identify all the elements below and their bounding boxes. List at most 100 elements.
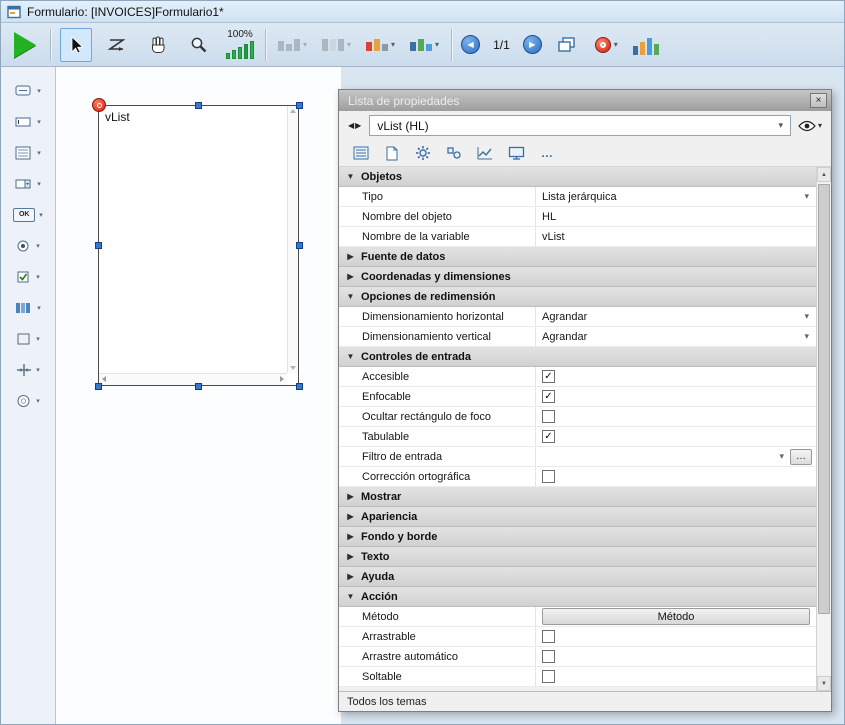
chevron-down-icon: ▾ <box>36 397 40 405</box>
theme-display-icon[interactable] <box>506 144 526 162</box>
object-vertical-scrollbar[interactable] <box>287 106 298 373</box>
checkbox[interactable] <box>542 650 555 663</box>
property-value[interactable]: Agrandar ▾ <box>536 307 816 326</box>
method-button[interactable]: Método <box>542 608 810 625</box>
selection-handle-bottom[interactable] <box>195 383 202 390</box>
form-pages-button[interactable] <box>551 28 583 62</box>
tool-splitter[interactable]: ▾ <box>1 354 55 385</box>
selection-handle-bottom-right[interactable] <box>296 383 303 390</box>
property-value: ✓ <box>536 387 816 406</box>
object-horizontal-scrollbar[interactable] <box>99 373 287 385</box>
tool-rectangle[interactable]: ▾ <box>1 323 55 354</box>
chevron-down-icon: ▼ <box>346 172 355 181</box>
previous-page-button[interactable]: ◀ <box>461 35 480 54</box>
theme-gear-icon[interactable] <box>413 144 433 162</box>
section-header[interactable]: ▶Apariencia <box>339 507 816 527</box>
scrollbar-down-icon[interactable]: ▼ <box>817 676 831 691</box>
view-options-button[interactable]: ▾ <box>798 120 822 132</box>
property-value[interactable]: HL <box>536 207 816 226</box>
scrollbar-thumb[interactable] <box>818 184 830 614</box>
section-label: Opciones de redimensión <box>361 291 495 303</box>
hand-tool-button[interactable] <box>142 28 174 62</box>
listbox-tool-icon <box>15 146 33 160</box>
tool-oval[interactable]: ▾ <box>1 385 55 416</box>
section-header[interactable]: ▶Texto <box>339 547 816 567</box>
views-button[interactable] <box>630 28 662 62</box>
object-selector-combobox[interactable]: vList (HL) ▾ <box>369 115 791 136</box>
selection-handle-right[interactable] <box>296 242 303 249</box>
grid-menu-button[interactable]: ▾ <box>407 37 442 53</box>
selection-handle-left[interactable] <box>95 242 102 249</box>
property-value[interactable]: Agrandar▾ <box>536 327 816 346</box>
chevron-down-icon: ▾ <box>37 87 41 95</box>
hand-icon <box>148 35 168 55</box>
section-header[interactable]: ▼Acción <box>339 587 816 607</box>
select-tool-button[interactable] <box>60 28 92 62</box>
tool-checkbox[interactable]: ▾ <box>1 261 55 292</box>
checkbox[interactable]: ✓ <box>542 370 555 383</box>
property-value <box>536 407 816 426</box>
entry-order-tool-button[interactable] <box>101 28 133 62</box>
section-header[interactable]: ▼Controles de entrada <box>339 347 816 367</box>
zoom-bars-icon[interactable] <box>226 41 254 59</box>
section-header[interactable]: ▶Coordenadas y dimensiones <box>339 267 816 287</box>
chevron-down-icon[interactable]: ▾ <box>779 451 784 462</box>
property-row: Nombre del objetoHL <box>339 207 816 227</box>
property-row: MétodoMétodo <box>339 607 816 627</box>
checkbox[interactable] <box>542 670 555 683</box>
theme-page-icon[interactable] <box>382 144 402 162</box>
run-form-button[interactable] <box>9 28 41 62</box>
section-header[interactable]: ▼Opciones de redimensión <box>339 287 816 307</box>
tool-button-bar[interactable]: ▾ <box>1 292 55 323</box>
property-row: Enfocable✓ <box>339 387 816 407</box>
section-header[interactable]: ▶Fondo y borde <box>339 527 816 547</box>
section-header[interactable]: ▶Ayuda <box>339 567 816 587</box>
level-menu-button[interactable]: ▾ <box>363 37 398 53</box>
entry-order-icon <box>107 36 127 54</box>
tool-text-input[interactable]: ▾ <box>1 106 55 137</box>
chevron-down-icon[interactable]: ▾ <box>804 191 809 202</box>
tool-listbox[interactable]: ▾ <box>1 137 55 168</box>
form-canvas[interactable]: vList <box>56 67 341 724</box>
tool-button[interactable]: ▾ <box>1 75 55 106</box>
section-header[interactable]: ▶Mostrar <box>339 487 816 507</box>
button-bar-tool-icon <box>15 301 33 315</box>
checkbox[interactable] <box>542 470 555 483</box>
tool-radio-button[interactable]: ▾ <box>1 230 55 261</box>
object-events-badge[interactable] <box>92 98 106 112</box>
property-value[interactable]: Lista jerárquica▾ <box>536 187 816 206</box>
zoom-control[interactable]: 100% <box>224 30 256 59</box>
zoom-tool-button[interactable] <box>183 28 215 62</box>
property-value[interactable]: ▾… <box>536 447 816 466</box>
theme-coordinates-icon[interactable] <box>444 144 464 162</box>
theme-resize-chart-icon[interactable] <box>475 144 495 162</box>
value-text: Agrandar <box>542 311 587 323</box>
scrollbar-up-icon[interactable]: ▲ <box>817 167 831 182</box>
checkbox[interactable]: ✓ <box>542 430 555 443</box>
selection-handle-bottom-left[interactable] <box>95 383 102 390</box>
events-menu-button[interactable]: ▾ <box>592 35 621 55</box>
theme-list-icon[interactable] <box>351 144 371 162</box>
chevron-down-icon[interactable]: ▾ <box>804 331 809 342</box>
checkbox[interactable] <box>542 630 555 643</box>
close-icon[interactable]: × <box>810 93 827 108</box>
panel-titlebar[interactable]: Lista de propiedades × <box>339 90 831 111</box>
section-header[interactable]: ▶Fuente de datos <box>339 247 816 267</box>
checkbox[interactable]: ✓ <box>542 390 555 403</box>
object-prev-next-icon[interactable]: ◀▶ <box>348 121 362 130</box>
property-value[interactable]: vList <box>536 227 816 246</box>
ellipsis-button[interactable]: … <box>790 449 812 465</box>
tool-ok-button[interactable]: OK ▾ <box>1 199 55 230</box>
selection-handle-top-right[interactable] <box>296 102 303 109</box>
checkbox[interactable] <box>542 410 555 423</box>
tool-combobox[interactable]: ▾ <box>1 168 55 199</box>
chevron-down-icon[interactable]: ▾ <box>804 311 809 322</box>
property-label: Nombre de la variable <box>339 227 536 246</box>
selection-handle-top[interactable] <box>195 102 202 109</box>
section-header[interactable]: ▼Objetos <box>339 167 816 187</box>
hierarchical-list-object[interactable]: vList <box>98 105 299 386</box>
panel-scrollbar[interactable]: ▲ ▼ <box>816 167 831 691</box>
next-page-button[interactable]: ▶ <box>523 35 542 54</box>
theme-more-icon[interactable]: … <box>537 144 557 162</box>
chevron-down-icon: ▾ <box>303 40 307 49</box>
